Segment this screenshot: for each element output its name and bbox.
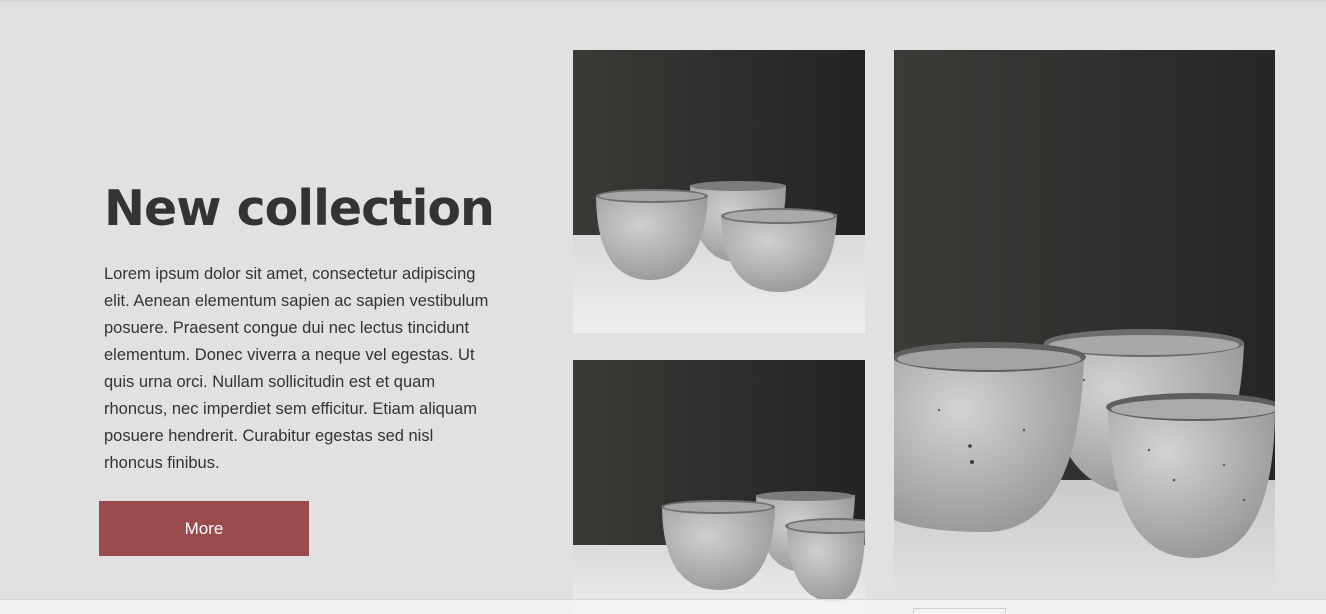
top-shadow — [0, 0, 1326, 3]
collection-title: New collection — [104, 180, 495, 237]
more-button[interactable]: More — [99, 501, 309, 556]
bottom-bar-tab[interactable] — [913, 608, 1006, 614]
page: New collection Lorem ipsum dolor sit ame… — [0, 0, 1326, 614]
collection-description: Lorem ipsum dolor sit amet, consectetur … — [104, 265, 489, 472]
gallery-image-bowls-large — [894, 50, 1275, 614]
gallery-image-bowls-bottom — [573, 360, 865, 614]
bottom-bar — [0, 599, 1326, 614]
gallery-image-bowls-top — [573, 50, 865, 333]
